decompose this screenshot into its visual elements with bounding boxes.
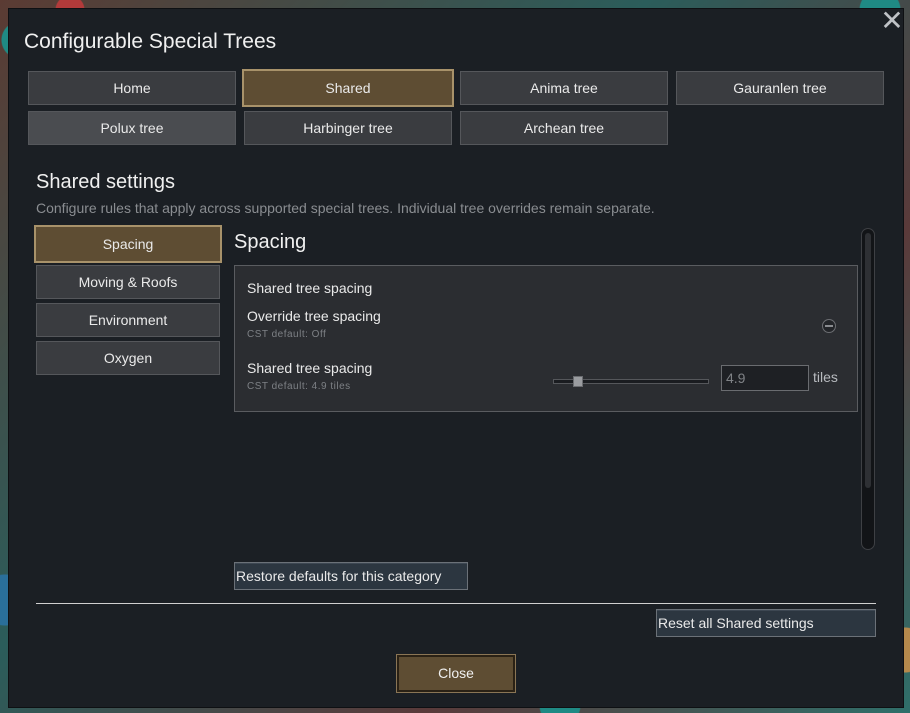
restore-category-defaults-button[interactable]: Restore defaults for this category [234,562,468,590]
slider-handle[interactable] [573,376,583,387]
dialog-title: Configurable Special Trees [24,30,277,53]
section-title: Shared settings [36,171,175,193]
shared-spacing-default: CST default: 4.9 tiles [247,381,351,392]
category-spacing[interactable]: Spacing [34,225,222,263]
tab-harbinger-tree[interactable]: Harbinger tree [244,111,452,145]
section-description: Configure rules that apply across suppor… [36,200,655,216]
category-environment[interactable]: Environment [36,303,220,337]
override-spacing-label: Override tree spacing [247,308,381,324]
divider [36,603,876,604]
spacing-settings-group: Shared tree spacing Override tree spacin… [234,265,858,412]
override-spacing-toggle[interactable] [822,319,836,333]
tab-anima-tree[interactable]: Anima tree [460,71,668,105]
override-spacing-default: CST default: Off [247,329,327,340]
scrollbar-thumb[interactable] [865,233,871,488]
reset-all-shared-button[interactable]: Reset all Shared settings [656,609,876,637]
spacing-value-input[interactable] [721,365,809,391]
tab-archean-tree[interactable]: Archean tree [460,111,668,145]
spacing-unit: tiles [813,369,838,385]
category-moving-roofs[interactable]: Moving & Roofs [36,265,220,299]
shared-spacing-label: Shared tree spacing [247,360,373,376]
category-oxygen[interactable]: Oxygen [36,341,220,375]
close-icon[interactable]: ✕ [879,7,905,35]
panel-title: Spacing [234,231,307,253]
tab-gauranlen-tree[interactable]: Gauranlen tree [676,71,884,105]
panel-scrollbar[interactable] [861,228,875,550]
group-heading: Shared tree spacing [247,280,373,296]
tab-home[interactable]: Home [28,71,236,105]
spacing-slider[interactable] [553,376,709,387]
tab-polux-tree[interactable]: Polux tree [28,111,236,145]
close-button[interactable]: Close [396,654,516,693]
tab-shared[interactable]: Shared [242,69,454,107]
